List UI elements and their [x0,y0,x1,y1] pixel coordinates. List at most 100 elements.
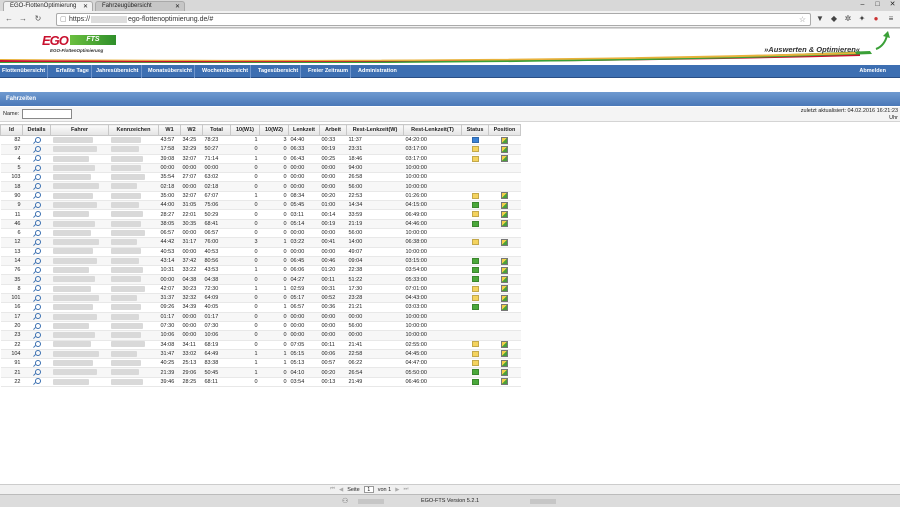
table-row[interactable]: 103 35:54 27:07 63:02 0 0 00:00 00:00 26:58 10:00… [0,172,521,183]
map-position-icon[interactable] [501,303,508,311]
magnifier-icon[interactable] [33,257,41,265]
magnifier-icon[interactable] [33,322,41,330]
column-header[interactable]: Fahrer [50,124,109,136]
column-header[interactable]: Kennzeichen [108,124,159,136]
bookmark-star-icon[interactable]: ☆ [799,14,806,25]
table-row[interactable]: 12 44:42 31:17 76:00 3 1 03:22 00:41 14:00 06:38:… [0,237,521,248]
table-row[interactable]: 35 00:00 04:38 04:38 0 0 04:27 00:11 51:22 05:33:… [0,274,521,285]
name-filter-input[interactable] [22,109,72,119]
window-close-icon[interactable]: ✕ [885,0,900,9]
map-position-icon[interactable] [501,238,508,246]
magnifier-icon[interactable] [33,266,41,274]
magnifier-icon[interactable] [33,136,41,144]
map-position-icon[interactable] [501,136,508,144]
map-position-icon[interactable] [501,192,508,200]
column-header[interactable]: Arbeit [319,124,347,136]
column-header[interactable]: W1 [158,124,181,136]
table-row[interactable]: 18 02:18 00:00 02:18 0 0 00:00 00:00 56:00 10:00:… [0,181,521,192]
magnifier-icon[interactable] [33,164,41,172]
table-row[interactable]: 76 10:31 33:22 43:53 1 0 06:06 01:20 22:38 03:54:… [0,265,521,276]
close-icon[interactable]: ✕ [175,3,180,10]
magnifier-icon[interactable] [33,145,41,153]
tab-ego[interactable]: EGO-FlottenOptimierung ✕ [3,1,93,11]
column-header[interactable]: W2 [180,124,203,136]
logout-link[interactable]: Abmelden [859,65,886,78]
first-page-icon[interactable]: ⏮ [330,486,335,493]
magnifier-icon[interactable] [33,211,41,218]
table-row[interactable]: 11 28:27 22:01 50:29 0 0 03:11 00:14 33:59 06:49:… [0,209,521,220]
page-input[interactable] [363,486,374,493]
map-position-icon[interactable] [501,201,508,209]
magnifier-icon[interactable] [33,303,41,311]
magnifier-icon[interactable] [33,155,41,162]
column-header[interactable]: Status [461,124,489,136]
map-position-icon[interactable] [501,285,508,293]
table-row[interactable]: 4 39:08 32:07 71:14 1 0 06:43 00:25 18:46 03:17:0… [0,154,521,164]
table-row[interactable]: 14 43:14 37:42 80:56 0 0 06:45 00:46 09:04 03:15:… [0,256,521,267]
magnifier-icon[interactable] [33,369,41,376]
map-position-icon[interactable] [501,341,508,349]
table-row[interactable]: 46 38:05 30:35 68:41 0 0 05:14 00:19 21:19 04:46:… [0,219,521,229]
column-header[interactable]: Details [22,124,51,136]
menu-freier-zeitraum[interactable]: Freier Zeitraum [306,65,352,78]
address-bar[interactable]: ▢ https:// ego-flottenoptimierung.de/# ☆ [56,13,811,26]
table-row[interactable]: 13 40:53 00:00 40:53 0 0 00:00 00:00 49:07 10:00:… [0,247,521,257]
magnifier-icon[interactable] [33,248,41,255]
menu-monatsuebersicht[interactable]: Monatsübersicht [146,65,196,78]
column-header[interactable]: Position [488,124,521,136]
magnifier-icon[interactable] [33,285,41,292]
map-position-icon[interactable] [501,294,508,302]
next-page-icon[interactable]: ▶ [395,487,399,493]
menu-icon[interactable]: ≡ [886,14,896,24]
table-row[interactable]: 9 44:00 31:05 75:06 0 0 05:45 01:00 14:34 04:15:0… [0,200,521,211]
map-position-icon[interactable] [501,276,508,284]
table-row[interactable]: 22 34:08 34:11 68:19 0 0 07:05 00:11 21:41 02:55:… [0,340,521,350]
map-position-icon[interactable] [501,350,508,358]
menu-administration[interactable]: Administration [356,65,399,78]
menu-flottenuebersicht[interactable]: Flottenübersicht [0,65,49,78]
table-row[interactable]: 91 40:25 25:13 83:38 1 1 05:13 00:57 06:22 04:47:… [0,358,521,369]
map-position-icon[interactable] [501,155,508,163]
table-row[interactable]: 6 06:57 00:00 06:57 0 0 00:00 00:00 56:00 10:00:0… [0,228,521,239]
menu-erfasste-tage[interactable]: Erfaßte Tage [54,65,92,78]
column-header[interactable]: Rest-Lenkzeit(T) [403,124,462,136]
table-row[interactable]: 8 42:07 30:23 72:30 1 1 02:59 00:31 17:30 07:01:0… [0,284,521,295]
map-position-icon[interactable] [501,369,508,377]
map-position-icon[interactable] [501,145,508,153]
map-position-icon[interactable] [501,266,508,274]
map-position-icon[interactable] [501,257,508,265]
forward-icon[interactable]: → [18,14,28,24]
table-row[interactable]: 101 31:37 32:32 64:09 0 0 05:17 00:52 23:28 04:43… [0,293,521,304]
table-row[interactable]: 16 09:26 34:39 40:05 0 1 06:57 00:36 21:21 03:03:… [0,302,521,313]
tab-fahrzeug[interactable]: Fahrzeugübersicht ✕ [95,1,185,11]
table-row[interactable]: 82 43:57 34:25 78:23 1 3 04:40 00:33 11:37 04:20:… [0,135,521,146]
prev-page-icon[interactable]: ◀ [339,487,343,493]
magnifier-icon[interactable] [33,183,41,190]
maximize-icon[interactable]: □ [870,0,885,9]
magnifier-icon[interactable] [33,192,41,199]
magnifier-icon[interactable] [33,350,41,357]
magnifier-icon[interactable] [33,238,41,246]
table-row[interactable]: 5 00:00 00:00 00:00 0 0 00:00 00:00 94:00 10:00:0… [0,163,521,174]
column-header[interactable]: Rest-Lenkzeit(W) [346,124,404,136]
notification-icon[interactable]: ● [871,14,881,24]
gear-icon[interactable]: ✲ [843,14,853,24]
map-position-icon[interactable] [501,378,508,386]
table-row[interactable]: 97 17:58 32:29 50:27 0 0 06:33 00:19 23:31 03:17:… [0,144,521,155]
back-icon[interactable]: ← [4,14,14,24]
close-icon[interactable]: ✕ [83,3,88,10]
magnifier-icon[interactable] [33,331,41,339]
extension-icon[interactable]: ✦ [857,14,867,24]
minimize-icon[interactable]: – [855,0,870,9]
magnifier-icon[interactable] [33,359,41,367]
table-row[interactable]: 90 35:00 32:07 67:07 1 0 08:34 00:20 22:53 01:26:… [0,191,521,202]
column-header[interactable]: 10(W2) [259,124,289,136]
magnifier-icon[interactable] [33,173,41,181]
column-header[interactable]: Id [0,124,23,136]
map-position-icon[interactable] [501,220,508,228]
menu-wochenuebersicht[interactable]: Wochenübersicht [200,65,252,78]
table-row[interactable]: 22 39:46 28:25 68:11 0 0 03:54 00:13 21:49 06:46:… [0,377,521,388]
column-header[interactable]: Lenkzeit [288,124,320,136]
map-position-icon[interactable] [501,211,508,219]
magnifier-icon[interactable] [33,229,41,237]
